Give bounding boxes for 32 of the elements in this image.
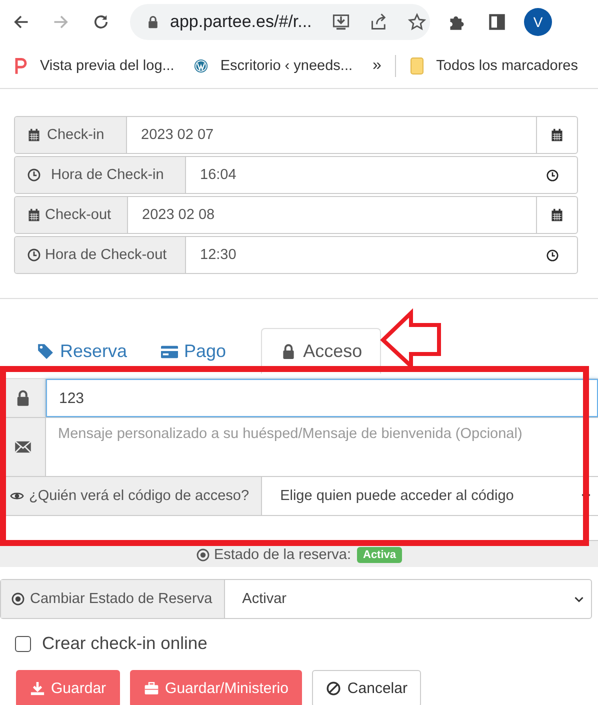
radio-icon [196,548,210,562]
star-icon[interactable] [408,13,426,31]
visibility-select[interactable]: Elige quien puede acceder al código [262,477,598,515]
install-icon[interactable] [332,13,350,31]
envelope-icon [14,438,32,456]
checkbox[interactable] [15,636,31,652]
cancel-icon [326,681,342,696]
wordpress-logo-icon [194,57,208,75]
reload-icon[interactable] [92,13,110,31]
tag-icon [37,342,54,360]
side-panel-icon[interactable] [488,13,506,31]
share-icon[interactable] [370,13,388,31]
checkbox-label: Crear check-in online [42,633,208,654]
back-icon[interactable] [12,13,30,31]
cancel-button[interactable]: Cancelar [312,670,422,705]
bookmark-folder[interactable]: Todos los marcadores [410,57,578,75]
profile-avatar[interactable]: V [524,8,552,36]
address-bar[interactable]: app.partee.es/#/r... [130,4,430,40]
bookmark[interactable]: Vista previa del log... [14,57,174,75]
letter-logo-icon [14,57,28,75]
access-code-field[interactable]: 123 [46,379,598,417]
tab[interactable]: Pago [146,328,242,374]
download-icon [30,681,45,696]
lock-icon [146,15,160,29]
more-bookmarks-button[interactable]: » [372,57,382,75]
status-label: Estado de la reserva: [196,547,351,563]
status-badge: Activa [357,547,402,563]
tab[interactable]: Reserva [22,328,142,374]
briefcase-icon [144,681,160,696]
bookmark[interactable]: Escritorio ‹ yneeds... [194,57,353,75]
url-text: app.partee.es/#/r... [170,12,312,32]
folder-icon [410,57,424,75]
